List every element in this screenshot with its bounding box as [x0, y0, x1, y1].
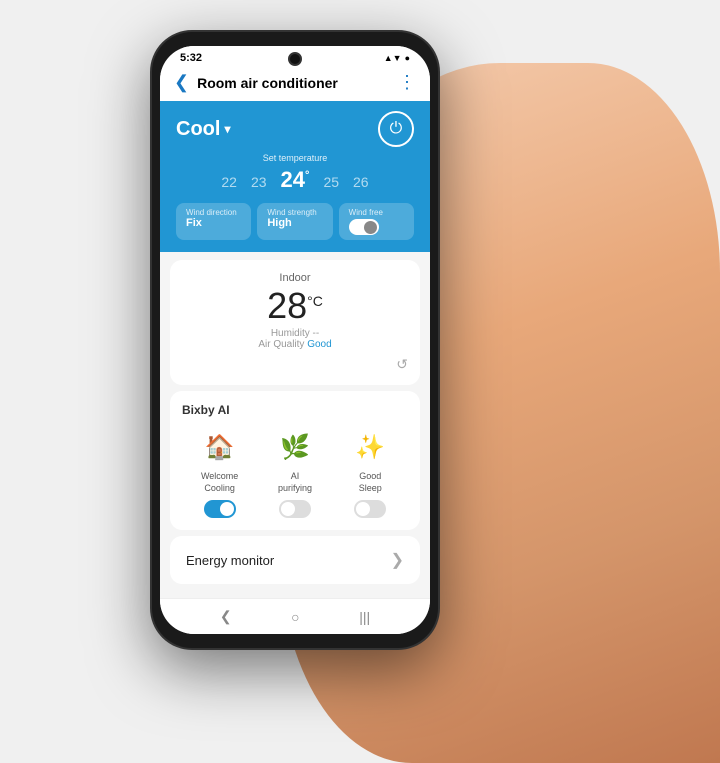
mode-text: Cool: [176, 118, 220, 141]
welcome-cooling-toggle[interactable]: [204, 500, 236, 518]
signal-icon: ▲▼: [384, 53, 402, 63]
phone-screen: 5:32 ▲▼ ● ❮ Room air conditioner ⋮ Cool …: [160, 46, 430, 634]
ai-purifying-icon: 🌿: [275, 427, 315, 467]
temp-24-active[interactable]: 24°: [281, 167, 310, 193]
bixby-welcome-cooling: 🏠 WelcomeCooling: [200, 427, 240, 518]
bixby-card: Bixby AI 🏠 WelcomeCooling 🌿 AIpurifying: [170, 391, 420, 530]
indoor-temperature: 28 °C: [182, 288, 408, 324]
back-button[interactable]: ❮: [174, 72, 189, 93]
phone-device: 5:32 ▲▼ ● ❮ Room air conditioner ⋮ Cool …: [150, 30, 440, 650]
temp-25[interactable]: 25: [323, 174, 339, 190]
wind-free-knob: [364, 221, 377, 234]
welcome-cooling-icon: 🏠: [200, 427, 240, 467]
ai-purifying-toggle[interactable]: [279, 500, 311, 518]
nav-recent-button[interactable]: |||: [359, 609, 370, 625]
ai-purifying-knob: [281, 502, 295, 516]
energy-monitor-row[interactable]: Energy monitor ❯: [170, 536, 420, 584]
air-quality-label: Air Quality: [258, 339, 304, 350]
welcome-cooling-label: WelcomeCooling: [201, 471, 238, 494]
status-icons: ▲▼ ●: [384, 53, 410, 63]
wind-strength-value: High: [267, 217, 322, 229]
indoor-label: Indoor: [182, 272, 408, 284]
wind-strength-chip[interactable]: Wind strength High: [257, 203, 332, 240]
energy-monitor-chevron: ❯: [391, 550, 404, 570]
temp-23[interactable]: 23: [251, 174, 267, 190]
indoor-card: Indoor 28 °C Humidity -- Air Quality Goo…: [170, 260, 420, 385]
mode-row: Cool ▾ ⏻: [176, 111, 414, 147]
wind-free-toggle[interactable]: [349, 219, 379, 235]
indoor-temp-value: 28: [267, 288, 307, 324]
bixby-items: 🏠 WelcomeCooling 🌿 AIpurifying: [182, 427, 408, 518]
refresh-button[interactable]: ↺: [396, 356, 408, 373]
wind-free-label: Wind free: [349, 208, 383, 217]
temp-26[interactable]: 26: [353, 174, 369, 190]
nav-back-button[interactable]: ❮: [220, 608, 232, 625]
nav-home-button[interactable]: ○: [291, 609, 299, 625]
good-sleep-icon: ✨: [350, 427, 390, 467]
good-sleep-label: GoodSleep: [359, 471, 382, 494]
battery-icon: ●: [405, 53, 410, 63]
indoor-card-footer: ↺: [182, 356, 408, 373]
phone-camera: [288, 52, 302, 66]
good-sleep-toggle[interactable]: [354, 500, 386, 518]
power-button[interactable]: ⏻: [378, 111, 414, 147]
wind-direction-chip[interactable]: Wind direction Fix: [176, 203, 251, 240]
mode-selector[interactable]: Cool ▾: [176, 118, 230, 141]
bixby-title: Bixby AI: [182, 403, 408, 417]
indoor-temp-unit: °C: [307, 294, 323, 308]
more-button[interactable]: ⋮: [398, 72, 416, 93]
mode-arrow-icon: ▾: [224, 122, 230, 136]
good-sleep-knob: [356, 502, 370, 516]
status-time: 5:32: [180, 52, 202, 64]
bixby-ai-purifying: 🌿 AIpurifying: [275, 427, 315, 518]
set-temp-label: Set temperature: [176, 153, 414, 163]
air-quality-value: Good: [307, 339, 331, 350]
controls-row: Wind direction Fix Wind strength High Wi…: [176, 203, 414, 240]
energy-monitor-label: Energy monitor: [186, 553, 274, 568]
welcome-cooling-knob: [220, 502, 234, 516]
wind-free-chip[interactable]: Wind free: [339, 203, 414, 240]
ai-purifying-label: AIpurifying: [278, 471, 312, 494]
temp-unit: °: [305, 170, 309, 182]
indoor-humidity: Humidity --: [182, 328, 408, 339]
wind-direction-value: Fix: [186, 217, 241, 229]
page-title: Room air conditioner: [197, 75, 390, 91]
temp-22[interactable]: 22: [221, 174, 237, 190]
power-icon: ⏻: [390, 120, 403, 138]
ac-header: Cool ▾ ⏻ Set temperature 22 23 24° 25 26: [160, 101, 430, 252]
scene: 5:32 ▲▼ ● ❮ Room air conditioner ⋮ Cool …: [0, 0, 720, 763]
indoor-air-quality: Air Quality Good: [182, 339, 408, 350]
wind-direction-label: Wind direction: [186, 208, 241, 217]
wind-strength-label: Wind strength: [267, 208, 322, 217]
top-nav: ❮ Room air conditioner ⋮: [160, 68, 430, 101]
temperature-selector: 22 23 24° 25 26: [176, 167, 414, 193]
bixby-good-sleep: ✨ GoodSleep: [350, 427, 390, 518]
main-content: Indoor 28 °C Humidity -- Air Quality Goo…: [160, 252, 430, 598]
bottom-nav: ❮ ○ |||: [160, 598, 430, 634]
